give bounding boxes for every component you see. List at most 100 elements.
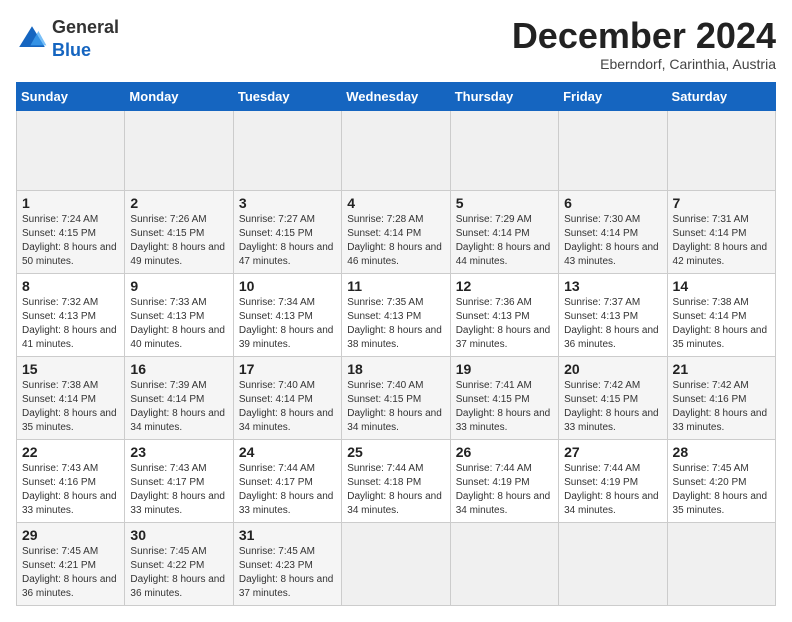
calendar-cell: 19Sunrise: 7:41 AMSunset: 4:15 PMDayligh…	[450, 356, 558, 439]
day-number: 4	[347, 195, 444, 211]
calendar-cell: 2 Sunrise: 7:26 AMSunset: 4:15 PMDaylight…	[125, 190, 233, 273]
day-number: 22	[22, 444, 119, 460]
calendar-cell: 25 Sunrise: 7:44 AMSunset: 4:18 PMDayligh…	[342, 439, 450, 522]
day-number: 24	[239, 444, 336, 460]
calendar-cell: 29Sunrise: 7:45 AMSunset: 4:21 PMDayligh…	[17, 522, 125, 605]
calendar-cell	[667, 110, 775, 190]
logo-general-text: General	[52, 17, 119, 37]
day-number: 3	[239, 195, 336, 211]
logo: General Blue	[16, 16, 119, 62]
calendar-cell: 14 Sunrise: 7:38 AMSunset: 4:14 PMDayligh…	[667, 273, 775, 356]
logo-icon	[16, 23, 48, 55]
day-detail: Sunrise: 7:44 AMSunset: 4:19 PMDaylight:…	[456, 462, 553, 518]
calendar-cell: 23 Sunrise: 7:43 AMSunset: 4:17 PMDayligh…	[125, 439, 233, 522]
day-detail: Sunrise: 7:40 AMSunset: 4:15 PMDaylight:…	[347, 379, 444, 435]
day-number: 14	[673, 278, 770, 294]
calendar-cell: 8 Sunrise: 7:32 AMSunset: 4:13 PMDaylight…	[17, 273, 125, 356]
day-number: 1	[22, 195, 119, 211]
day-detail: Sunrise: 7:40 AMSunset: 4:14 PMDaylight:…	[239, 379, 336, 435]
day-number: 2	[130, 195, 227, 211]
calendar-cell: 4 Sunrise: 7:28 AMSunset: 4:14 PMDaylight…	[342, 190, 450, 273]
calendar-cell: 5Sunrise: 7:29 AMSunset: 4:14 PMDaylight…	[450, 190, 558, 273]
calendar-cell: 1 Sunrise: 7:24 AMSunset: 4:15 PMDaylight…	[17, 190, 125, 273]
calendar-header: SundayMondayTuesdayWednesdayThursdayFrid…	[17, 82, 776, 110]
day-detail: Sunrise: 7:33 AMSunset: 4:13 PMDaylight:…	[130, 296, 227, 352]
day-number: 26	[456, 444, 553, 460]
calendar-cell: 7Sunrise: 7:31 AMSunset: 4:14 PMDaylight…	[667, 190, 775, 273]
month-title: December 2024	[512, 16, 776, 56]
calendar-cell: 9Sunrise: 7:33 AMSunset: 4:13 PMDaylight…	[125, 273, 233, 356]
day-detail: Sunrise: 7:32 AMSunset: 4:13 PMDaylight:…	[22, 296, 119, 352]
day-detail: Sunrise: 7:24 AMSunset: 4:15 PMDaylight:…	[22, 213, 119, 269]
calendar-cell	[667, 522, 775, 605]
calendar-cell: 13Sunrise: 7:37 AMSunset: 4:13 PMDayligh…	[559, 273, 667, 356]
day-detail: Sunrise: 7:44 AMSunset: 4:17 PMDaylight:…	[239, 462, 336, 518]
day-detail: Sunrise: 7:39 AMSunset: 4:14 PMDaylight:…	[130, 379, 227, 435]
header-monday: Monday	[125, 82, 233, 110]
header-row: SundayMondayTuesdayWednesdayThursdayFrid…	[17, 82, 776, 110]
day-detail: Sunrise: 7:38 AMSunset: 4:14 PMDaylight:…	[22, 379, 119, 435]
day-number: 18	[347, 361, 444, 377]
calendar-cell: 17Sunrise: 7:40 AMSunset: 4:14 PMDayligh…	[233, 356, 341, 439]
day-detail: Sunrise: 7:42 AMSunset: 4:15 PMDaylight:…	[564, 379, 661, 435]
day-detail: Sunrise: 7:27 AMSunset: 4:15 PMDaylight:…	[239, 213, 336, 269]
calendar-cell	[17, 110, 125, 190]
day-number: 21	[673, 361, 770, 377]
day-number: 11	[347, 278, 444, 294]
page-header: General Blue December 2024 Eberndorf, Ca…	[16, 16, 776, 72]
day-detail: Sunrise: 7:42 AMSunset: 4:16 PMDaylight:…	[673, 379, 770, 435]
day-number: 27	[564, 444, 661, 460]
day-number: 25	[347, 444, 444, 460]
calendar-cell: 18 Sunrise: 7:40 AMSunset: 4:15 PMDayligh…	[342, 356, 450, 439]
day-detail: Sunrise: 7:43 AMSunset: 4:16 PMDaylight:…	[22, 462, 119, 518]
day-number: 30	[130, 527, 227, 543]
calendar-cell: 20 Sunrise: 7:42 AMSunset: 4:15 PMDayligh…	[559, 356, 667, 439]
day-detail: Sunrise: 7:45 AMSunset: 4:21 PMDaylight:…	[22, 545, 119, 601]
week-row-5: 29Sunrise: 7:45 AMSunset: 4:21 PMDayligh…	[17, 522, 776, 605]
day-detail: Sunrise: 7:35 AMSunset: 4:13 PMDaylight:…	[347, 296, 444, 352]
day-number: 5	[456, 195, 553, 211]
calendar-cell	[450, 522, 558, 605]
day-detail: Sunrise: 7:44 AMSunset: 4:18 PMDaylight:…	[347, 462, 444, 518]
day-number: 12	[456, 278, 553, 294]
header-friday: Friday	[559, 82, 667, 110]
calendar-cell: 30 Sunrise: 7:45 AMSunset: 4:22 PMDayligh…	[125, 522, 233, 605]
title-block: December 2024 Eberndorf, Carinthia, Aust…	[512, 16, 776, 72]
day-detail: Sunrise: 7:28 AMSunset: 4:14 PMDaylight:…	[347, 213, 444, 269]
day-number: 10	[239, 278, 336, 294]
header-sunday: Sunday	[17, 82, 125, 110]
day-detail: Sunrise: 7:26 AMSunset: 4:15 PMDaylight:…	[130, 213, 227, 269]
day-detail: Sunrise: 7:43 AMSunset: 4:17 PMDaylight:…	[130, 462, 227, 518]
calendar-cell: 6Sunrise: 7:30 AMSunset: 4:14 PMDaylight…	[559, 190, 667, 273]
day-number: 20	[564, 361, 661, 377]
day-number: 13	[564, 278, 661, 294]
header-saturday: Saturday	[667, 82, 775, 110]
calendar-cell	[559, 522, 667, 605]
calendar-cell: 16Sunrise: 7:39 AMSunset: 4:14 PMDayligh…	[125, 356, 233, 439]
location-subtitle: Eberndorf, Carinthia, Austria	[512, 56, 776, 72]
header-wednesday: Wednesday	[342, 82, 450, 110]
calendar-cell: 31Sunrise: 7:45 AMSunset: 4:23 PMDayligh…	[233, 522, 341, 605]
day-number: 15	[22, 361, 119, 377]
calendar-body: 1 Sunrise: 7:24 AMSunset: 4:15 PMDaylight…	[17, 110, 776, 605]
calendar-cell: 21 Sunrise: 7:42 AMSunset: 4:16 PMDayligh…	[667, 356, 775, 439]
header-thursday: Thursday	[450, 82, 558, 110]
week-row-1: 1 Sunrise: 7:24 AMSunset: 4:15 PMDaylight…	[17, 190, 776, 273]
calendar-cell: 26 Sunrise: 7:44 AMSunset: 4:19 PMDayligh…	[450, 439, 558, 522]
day-detail: Sunrise: 7:45 AMSunset: 4:23 PMDaylight:…	[239, 545, 336, 601]
calendar-cell: 24 Sunrise: 7:44 AMSunset: 4:17 PMDayligh…	[233, 439, 341, 522]
calendar-cell: 11 Sunrise: 7:35 AMSunset: 4:13 PMDayligh…	[342, 273, 450, 356]
calendar-cell	[125, 110, 233, 190]
day-detail: Sunrise: 7:45 AMSunset: 4:22 PMDaylight:…	[130, 545, 227, 601]
calendar-cell	[342, 110, 450, 190]
week-row-0	[17, 110, 776, 190]
calendar-cell	[450, 110, 558, 190]
day-detail: Sunrise: 7:41 AMSunset: 4:15 PMDaylight:…	[456, 379, 553, 435]
week-row-3: 15 Sunrise: 7:38 AMSunset: 4:14 PMDayligh…	[17, 356, 776, 439]
day-detail: Sunrise: 7:38 AMSunset: 4:14 PMDaylight:…	[673, 296, 770, 352]
day-number: 8	[22, 278, 119, 294]
calendar-cell	[342, 522, 450, 605]
calendar-cell	[559, 110, 667, 190]
day-number: 7	[673, 195, 770, 211]
day-number: 23	[130, 444, 227, 460]
